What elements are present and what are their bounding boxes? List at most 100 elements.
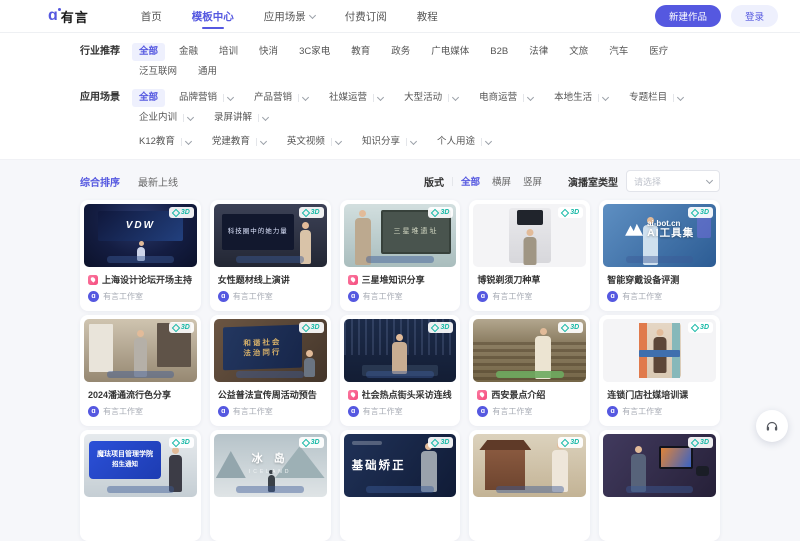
studio-type-select[interactable]: 请选择 bbox=[626, 170, 720, 192]
filter-option-教育[interactable]: 教育 bbox=[344, 43, 377, 61]
card-info: 连锁门店社媒培训课 ɑ 有言工作室 bbox=[603, 382, 716, 417]
thumb-screen-text: 基础矫正 bbox=[352, 459, 406, 473]
filter-option-全部[interactable]: 全部 bbox=[132, 89, 165, 107]
filter-option-医疗[interactable]: 医疗 bbox=[642, 43, 675, 61]
layout-option-横屏[interactable]: 横屏 bbox=[492, 174, 511, 188]
nav-item-模板中心[interactable]: 模板中心 bbox=[192, 1, 234, 32]
chevron-down-icon bbox=[602, 93, 609, 100]
template-card[interactable]: 3D 2024潘通流行色分享 ɑ 有言工作室 bbox=[80, 315, 201, 426]
filter-option-汽车[interactable]: 汽车 bbox=[602, 43, 635, 61]
card-title: 公益普法宣传周活动预告 bbox=[218, 388, 317, 401]
nav-item-教程[interactable]: 教程 bbox=[417, 1, 438, 32]
sort-option-最新上线[interactable]: 最新上线 bbox=[138, 174, 178, 189]
template-card[interactable]: 3D 和谐社会 法治同行 公益普法宣传周活动预告 ɑ 有言工作室 bbox=[210, 315, 331, 426]
template-card[interactable]: 3D VDW 上海设计论坛开场主持 ɑ 有言工作室 bbox=[80, 200, 201, 311]
filter-option-快消[interactable]: 快消 bbox=[252, 43, 285, 61]
scenario-filter-row: 应用场景 全部品牌营销产品营销社媒运营大型活动电商运营本地生活专题栏目企业内训录… bbox=[0, 89, 800, 151]
thumb-screen: 魔珐项目管理学院 招生通知 bbox=[89, 441, 161, 479]
hot-badge-icon bbox=[348, 390, 358, 400]
filter-option-社媒运营[interactable]: 社媒运营 bbox=[322, 89, 390, 107]
thumb-caption-bar bbox=[496, 371, 564, 378]
filter-option-党建教育[interactable]: 党建教育 bbox=[205, 133, 273, 151]
template-card[interactable]: 3D 连锁门店社媒培训课 ɑ 有言工作室 bbox=[599, 315, 720, 426]
layout-filter-label: 版式 bbox=[424, 174, 444, 189]
filter-option-B2B[interactable]: B2B bbox=[483, 43, 515, 61]
template-card[interactable]: 3D 西安景点介绍 ɑ 有言工作室 bbox=[469, 315, 590, 426]
filter-option-泛互联网[interactable]: 泛互联网 bbox=[132, 63, 184, 81]
thumb-caption-bar bbox=[639, 350, 680, 357]
thumb-caption-bar bbox=[107, 371, 175, 378]
nav-item-付费订阅[interactable]: 付费订阅 bbox=[345, 1, 387, 32]
filter-option-通用[interactable]: 通用 bbox=[191, 63, 224, 81]
studio-type-label: 演播室类型 bbox=[568, 174, 618, 189]
template-card[interactable]: 3D 冰 岛 ICELAND bbox=[210, 430, 331, 541]
filter-option-K12教育[interactable]: K12教育 bbox=[132, 133, 198, 151]
thumb-caption-bar bbox=[496, 486, 564, 493]
layout-option-竖屏[interactable]: 竖屏 bbox=[523, 174, 542, 188]
template-card[interactable]: 3D 社会热点街头采访连线 ɑ 有言工作室 bbox=[340, 315, 461, 426]
template-card[interactable]: 3D 博锐剃须刀种草 ɑ 有言工作室 bbox=[469, 200, 590, 311]
template-card[interactable]: 3D 三星堆遗址 三星堆知识分享 ɑ 有言工作室 bbox=[340, 200, 461, 311]
template-card[interactable]: 3D 基础矫正 bbox=[340, 430, 461, 541]
chevron-down-icon bbox=[185, 137, 192, 144]
template-card[interactable]: 3D ai-bot.cnAI工具集 智能穿戴设备评测 ɑ 有言工作室 bbox=[599, 200, 720, 311]
template-card[interactable]: 3D 科技圈中的她力量 女性题材线上演讲 ɑ 有言工作室 bbox=[210, 200, 331, 311]
filter-option-专题栏目[interactable]: 专题栏目 bbox=[622, 89, 690, 107]
filter-option-知识分享[interactable]: 知识分享 bbox=[355, 133, 423, 151]
thumb-decor-block bbox=[659, 446, 693, 469]
3d-badge: 3D bbox=[428, 322, 453, 333]
filter-option-培训[interactable]: 培训 bbox=[212, 43, 245, 61]
cube-icon bbox=[172, 438, 180, 446]
layout-option-全部[interactable]: 全部 bbox=[461, 174, 480, 188]
filter-option-产品营销[interactable]: 产品营销 bbox=[247, 89, 315, 107]
template-thumbnail: 3D bbox=[473, 319, 586, 382]
thumb-caption-bar bbox=[236, 371, 304, 378]
template-thumbnail: 3D bbox=[473, 204, 586, 267]
filter-option-大型活动[interactable]: 大型活动 bbox=[397, 89, 465, 107]
thumb-screen: 科技圈中的她力量 bbox=[222, 214, 294, 250]
template-card[interactable]: 3D bbox=[599, 430, 720, 541]
thumb-screen-text: 科技圈中的她力量 bbox=[228, 228, 288, 236]
cube-icon bbox=[431, 438, 439, 446]
template-card[interactable]: 3D 魔珐项目管理学院 招生通知 bbox=[80, 430, 201, 541]
filter-option-录屏讲解[interactable]: 录屏讲解 bbox=[207, 109, 275, 127]
toolbar-right: 版式 全部横屏竖屏 演播室类型 请选择 bbox=[424, 170, 720, 192]
filter-option-金融[interactable]: 金融 bbox=[172, 43, 205, 61]
nav-actions: 新建作品 登录 bbox=[655, 5, 778, 27]
watermark-logo-icon bbox=[625, 224, 643, 236]
thumb-caption-bar bbox=[236, 256, 304, 263]
filter-option-政务[interactable]: 政务 bbox=[384, 43, 417, 61]
card-info bbox=[344, 497, 457, 503]
template-card[interactable]: 3D bbox=[469, 430, 590, 541]
filter-option-个人用途[interactable]: 个人用途 bbox=[430, 133, 498, 151]
customer-service-button[interactable] bbox=[756, 410, 788, 442]
template-thumbnail: 3D bbox=[473, 434, 586, 497]
3d-badge: 3D bbox=[558, 437, 583, 448]
author-name: 有言工作室 bbox=[233, 406, 273, 417]
card-info: 西安景点介绍 ɑ 有言工作室 bbox=[473, 382, 586, 417]
sort-option-综合排序[interactable]: 综合排序 bbox=[80, 174, 120, 189]
card-info: 2024潘通流行色分享 ɑ 有言工作室 bbox=[84, 382, 197, 417]
thumb-screen: 冰 岛 ICELAND bbox=[214, 448, 327, 480]
nav-item-首页[interactable]: 首页 bbox=[141, 1, 162, 32]
hot-badge-icon bbox=[88, 275, 98, 285]
create-work-button[interactable]: 新建作品 bbox=[655, 5, 721, 27]
filter-option-本地生活[interactable]: 本地生活 bbox=[547, 89, 615, 107]
filter-option-广电媒体[interactable]: 广电媒体 bbox=[424, 43, 476, 61]
filter-option-3C家电[interactable]: 3C家电 bbox=[292, 43, 337, 61]
filter-option-全部[interactable]: 全部 bbox=[132, 43, 165, 61]
filter-option-法律[interactable]: 法律 bbox=[522, 43, 555, 61]
filter-option-品牌营销[interactable]: 品牌营销 bbox=[172, 89, 240, 107]
logo[interactable]: ɑ 有言 bbox=[48, 7, 89, 26]
login-button[interactable]: 登录 bbox=[731, 5, 778, 27]
thumb-decor-block bbox=[696, 466, 709, 476]
filter-option-企业内训[interactable]: 企业内训 bbox=[132, 109, 200, 127]
watermark: ai-bot.cnAI工具集 bbox=[603, 220, 716, 239]
card-title: 2024潘通流行色分享 bbox=[88, 388, 171, 401]
chevron-down-icon bbox=[227, 93, 234, 100]
card-info: 智能穿戴设备评测 ɑ 有言工作室 bbox=[603, 267, 716, 302]
nav-item-应用场景[interactable]: 应用场景 bbox=[264, 1, 315, 32]
filter-option-电商运营[interactable]: 电商运营 bbox=[472, 89, 540, 107]
filter-option-英文视频[interactable]: 英文视频 bbox=[280, 133, 348, 151]
filter-option-文旅[interactable]: 文旅 bbox=[562, 43, 595, 61]
